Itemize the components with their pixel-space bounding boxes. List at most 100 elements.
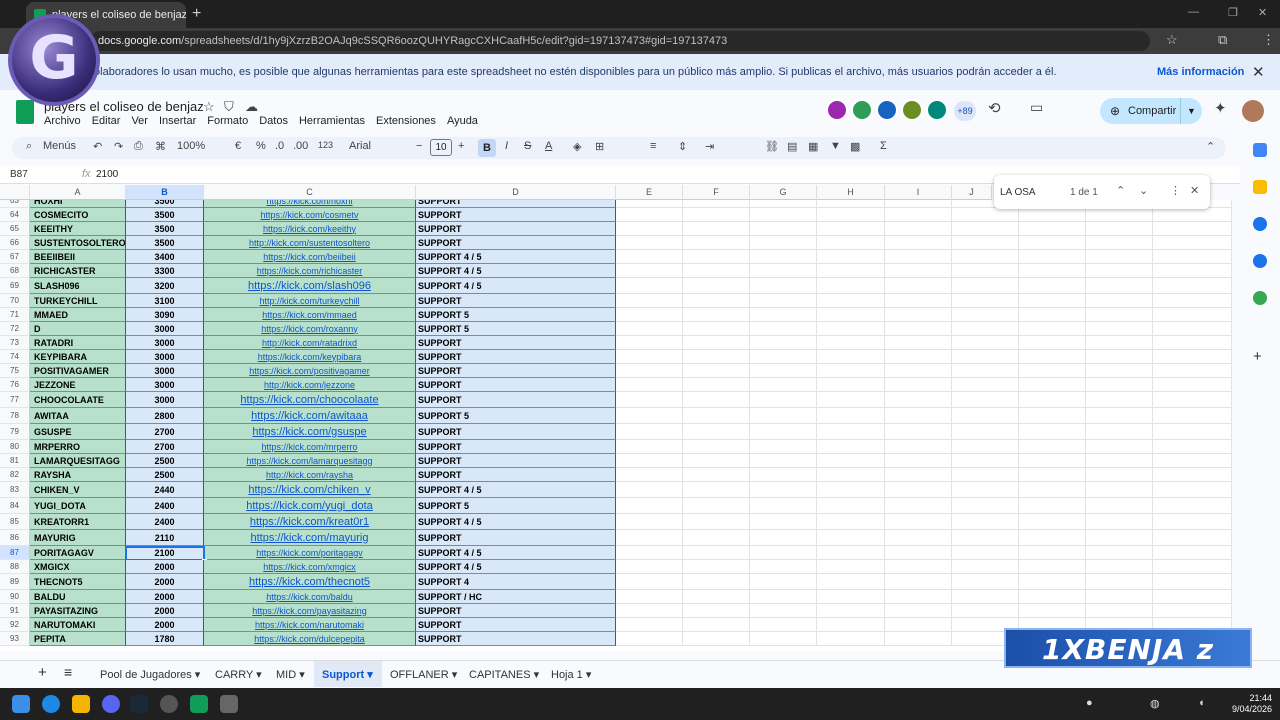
empty-cell[interactable]: [750, 236, 817, 250]
cell-player-name[interactable]: PAYASITAZING: [30, 604, 126, 618]
column-header-e[interactable]: E: [616, 185, 683, 200]
row-number[interactable]: 72: [0, 322, 30, 336]
cell-role[interactable]: SUPPORT: [416, 208, 616, 222]
star-icon[interactable]: ☆: [203, 99, 215, 115]
cell-role[interactable]: SUPPORT: [416, 236, 616, 250]
empty-cell[interactable]: [750, 560, 817, 574]
empty-cell[interactable]: [885, 250, 952, 264]
cell-role[interactable]: SUPPORT / HC: [416, 590, 616, 604]
cell-player-name[interactable]: KEEITHY: [30, 222, 126, 236]
column-header-b[interactable]: B: [126, 185, 204, 200]
start-icon[interactable]: [12, 695, 30, 713]
cell-player-name[interactable]: MRPERRO: [30, 440, 126, 454]
empty-cell[interactable]: [616, 546, 683, 560]
cell-role[interactable]: SUPPORT: [416, 604, 616, 618]
row-number[interactable]: 67: [0, 250, 30, 264]
link-icon[interactable]: ⛓: [765, 140, 779, 153]
empty-cell[interactable]: [1086, 294, 1153, 308]
borders-icon[interactable]: ⊞: [595, 140, 604, 153]
find-input[interactable]: LA OSA: [1000, 187, 1036, 198]
currency-format[interactable]: €: [235, 140, 241, 152]
empty-cell[interactable]: [683, 308, 750, 322]
close-window-icon[interactable]: ✕: [1258, 6, 1267, 19]
history-icon[interactable]: ⟲: [988, 99, 1001, 117]
cell-player-name[interactable]: BALDU: [30, 590, 126, 604]
avatar[interactable]: [851, 99, 873, 121]
empty-cell[interactable]: [817, 590, 885, 604]
italic-button[interactable]: I: [505, 140, 508, 152]
empty-cell[interactable]: [616, 308, 683, 322]
empty-cell[interactable]: [1086, 482, 1153, 498]
file-explorer-icon[interactable]: [72, 695, 90, 713]
empty-cell[interactable]: [885, 350, 952, 364]
empty-cell[interactable]: [616, 208, 683, 222]
cell-player-name[interactable]: PORITAGAGV: [30, 546, 126, 560]
cell-value[interactable]: 3000: [126, 350, 204, 364]
cell-role[interactable]: SUPPORT 4 / 5: [416, 278, 616, 294]
empty-cell[interactable]: [1019, 322, 1086, 336]
empty-cell[interactable]: [885, 514, 952, 530]
tab-support[interactable]: Support ▾: [322, 668, 373, 681]
row-number[interactable]: 69: [0, 278, 30, 294]
empty-cell[interactable]: [1153, 440, 1232, 454]
empty-cell[interactable]: [952, 514, 1019, 530]
empty-cell[interactable]: [1153, 498, 1232, 514]
cell-value[interactable]: 3500: [126, 208, 204, 222]
empty-cell[interactable]: [616, 200, 683, 208]
empty-cell[interactable]: [885, 454, 952, 468]
empty-cell[interactable]: [1153, 222, 1232, 236]
avatar[interactable]: [876, 99, 898, 121]
select-all-corner[interactable]: [0, 185, 30, 200]
empty-cell[interactable]: [750, 294, 817, 308]
empty-cell[interactable]: [952, 236, 1019, 250]
empty-cell[interactable]: [817, 498, 885, 514]
row-number[interactable]: 84: [0, 498, 30, 514]
empty-cell[interactable]: [616, 590, 683, 604]
empty-cell[interactable]: [616, 424, 683, 440]
row-number[interactable]: 91: [0, 604, 30, 618]
empty-cell[interactable]: [1019, 560, 1086, 574]
calculator-icon[interactable]: [220, 695, 238, 713]
cell-role[interactable]: SUPPORT: [416, 618, 616, 632]
empty-cell[interactable]: [1086, 454, 1153, 468]
maps-icon[interactable]: [1253, 291, 1267, 305]
empty-cell[interactable]: [616, 250, 683, 264]
cell-value[interactable]: 3000: [126, 378, 204, 392]
number-format[interactable]: 123: [318, 140, 333, 150]
empty-cell[interactable]: [817, 604, 885, 618]
menu-formato[interactable]: Formato: [207, 115, 248, 127]
empty-cell[interactable]: [1153, 208, 1232, 222]
sheet-grid[interactable]: 63 HOXHI 3500 https://kick.com/hoxhi SUPPORT…: [0, 200, 1232, 651]
add-addon-icon[interactable]: +: [1253, 348, 1262, 365]
functions-icon[interactable]: Σ: [880, 140, 887, 152]
menu-herramientas[interactable]: Herramientas: [299, 115, 365, 127]
empty-cell[interactable]: [817, 364, 885, 378]
row-number[interactable]: 85: [0, 514, 30, 530]
empty-cell[interactable]: [1086, 378, 1153, 392]
row-number[interactable]: 88: [0, 560, 30, 574]
tab-carry[interactable]: CARRY ▾: [215, 668, 262, 681]
empty-cell[interactable]: [750, 200, 817, 208]
menus-search[interactable]: Menús: [43, 140, 76, 152]
browser-menu-icon[interactable]: ⋮: [1262, 32, 1275, 48]
empty-cell[interactable]: [1153, 322, 1232, 336]
empty-cell[interactable]: [616, 440, 683, 454]
empty-cell[interactable]: [1019, 392, 1086, 408]
empty-cell[interactable]: [1086, 250, 1153, 264]
empty-cell[interactable]: [1153, 604, 1232, 618]
cell-role[interactable]: SUPPORT 4 / 5: [416, 546, 616, 560]
name-box[interactable]: B87: [10, 169, 28, 180]
empty-cell[interactable]: [683, 222, 750, 236]
font-size-decrease-icon[interactable]: −: [416, 140, 422, 152]
empty-cell[interactable]: [1153, 264, 1232, 278]
row-number[interactable]: 90: [0, 590, 30, 604]
row-number[interactable]: 64: [0, 208, 30, 222]
empty-cell[interactable]: [1019, 222, 1086, 236]
empty-cell[interactable]: [1086, 222, 1153, 236]
cell-player-name[interactable]: COSMECITO: [30, 208, 126, 222]
cell-kick-link[interactable]: https://kick.com/cosmetv: [204, 208, 416, 222]
empty-cell[interactable]: [885, 604, 952, 618]
meet-icon[interactable]: ▭: [1030, 99, 1043, 116]
empty-cell[interactable]: [750, 498, 817, 514]
sheets-app-icon[interactable]: [190, 695, 208, 713]
